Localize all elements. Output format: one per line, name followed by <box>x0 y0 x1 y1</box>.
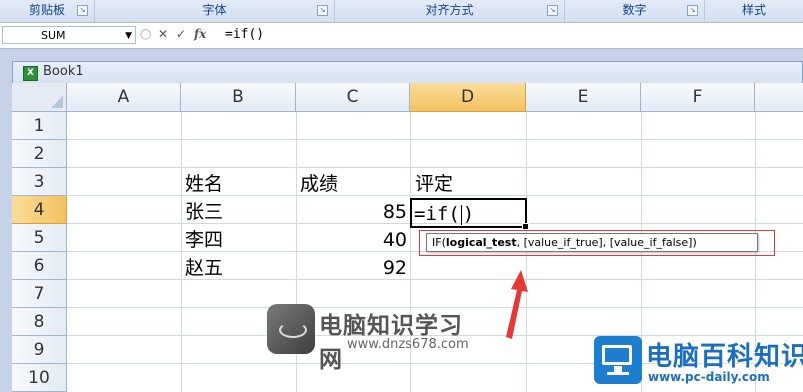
workbook-title-bar[interactable]: X Book1 <box>12 61 803 83</box>
dialog-launcher-icon[interactable]: ↘ <box>317 5 328 16</box>
ribbon-group-label: 字体 <box>202 3 227 17</box>
tooltip-rest-args: , [value_if_true], [value_if_false]) <box>516 236 697 249</box>
monitor-icon <box>594 336 642 384</box>
grid-line <box>67 279 803 280</box>
grid-line <box>181 112 182 392</box>
excel-icon: X <box>23 66 38 81</box>
ribbon-group-label: 样式 <box>741 3 766 17</box>
watermark-right-title: 电脑百科知识 <box>646 342 803 372</box>
ribbon-group-label: 对齐方式 <box>425 3 474 17</box>
column-header-g[interactable] <box>755 83 803 112</box>
cell-b5[interactable]: 李四 <box>185 226 223 254</box>
column-header-d[interactable]: D <box>410 83 526 112</box>
row-header-5[interactable]: 5 <box>12 224 67 252</box>
cell-b3[interactable]: 姓名 <box>185 170 223 198</box>
cell-d4-edit[interactable]: =if() <box>414 200 474 228</box>
ribbon-group-clipboard: 剪贴板 ↘ <box>0 0 95 22</box>
dialog-launcher-icon[interactable]: ↘ <box>77 5 88 16</box>
cell-b6[interactable]: 赵五 <box>185 254 223 282</box>
select-all-button[interactable] <box>12 83 67 112</box>
enter-icon[interactable]: ✓ <box>176 27 186 41</box>
tooltip-function: IF( <box>432 236 446 249</box>
row-header-10[interactable]: 10 <box>12 364 67 392</box>
tooltip-current-arg[interactable]: logical_test <box>446 236 517 249</box>
circle-icon: ◯ <box>140 29 152 40</box>
row-header-7[interactable]: 7 <box>12 280 67 308</box>
cell-c3[interactable]: 成绩 <box>300 170 338 198</box>
watermark-right: 电脑百科知识 www.pc-daily.com <box>594 336 803 392</box>
row-header-6[interactable]: 6 <box>12 252 67 280</box>
formula-input[interactable]: =if() <box>219 25 803 45</box>
grid-line <box>67 139 803 140</box>
ribbon-group-alignment: 对齐方式 ↘ <box>335 0 565 22</box>
dialog-launcher-icon[interactable]: ↘ <box>547 5 558 16</box>
grid-line <box>67 167 803 168</box>
column-header-b[interactable]: B <box>181 83 296 112</box>
row-header-4[interactable]: 4 <box>12 196 67 224</box>
row-header-1[interactable]: 1 <box>12 112 67 140</box>
workbook-title: Book1 <box>43 64 84 79</box>
name-box[interactable]: SUM ▼ <box>2 26 136 44</box>
ribbon-group-bar: 剪贴板 ↘ 字体 ↘ 对齐方式 ↘ 数字 ↘ 样式 <box>0 0 803 23</box>
ribbon-group-number: 数字 ↘ <box>565 0 705 22</box>
workspace-background <box>0 49 803 61</box>
cell-c5[interactable]: 40 <box>296 226 407 254</box>
insert-function-button[interactable]: fx <box>194 27 206 41</box>
chevron-down-icon[interactable]: ▼ <box>125 27 132 45</box>
edit-text-suffix: ) <box>462 203 475 225</box>
dialog-launcher-icon[interactable]: ↘ <box>687 5 698 16</box>
ribbon-group-font: 字体 ↘ <box>95 0 335 22</box>
ribbon-group-label: 剪贴板 <box>28 3 65 17</box>
watermark-left-url: www.dnzs678.com <box>347 337 469 352</box>
watermark-left: 电脑知识学习网 www.dnzs678.com <box>267 304 469 373</box>
cancel-icon[interactable]: ✕ <box>158 27 168 41</box>
column-header-f[interactable]: F <box>641 83 755 112</box>
row-header-2[interactable]: 2 <box>12 140 67 168</box>
edit-text-prefix: =if( <box>414 203 460 225</box>
cell-d3[interactable]: 评定 <box>415 170 453 198</box>
text-caret <box>460 204 462 225</box>
formula-bar: SUM ▼ ◯ ✕ ✓ fx =if() <box>0 23 803 49</box>
row-header-8[interactable]: 8 <box>12 308 67 336</box>
cell-c6[interactable]: 92 <box>296 254 407 282</box>
ribbon-group-label: 数字 <box>622 3 647 17</box>
name-box-value: SUM <box>41 29 66 42</box>
column-header-a[interactable]: A <box>67 83 181 112</box>
cell-c4[interactable]: 85 <box>296 198 407 226</box>
watermark-right-url: www.pc-daily.com <box>648 370 770 384</box>
logo-icon <box>267 304 315 354</box>
workspace-left-edge <box>0 61 12 392</box>
column-header-e[interactable]: E <box>526 83 641 112</box>
function-argument-tooltip: IF(logical_test, [value_if_true], [value… <box>426 233 758 252</box>
ribbon-group-styles: 样式 <box>705 0 803 22</box>
row-header-3[interactable]: 3 <box>12 168 67 196</box>
row-header-9[interactable]: 9 <box>12 336 67 364</box>
column-header-c[interactable]: C <box>296 83 410 112</box>
formula-buttons: ◯ ✕ ✓ fx <box>138 25 216 45</box>
cell-b4[interactable]: 张三 <box>185 198 223 226</box>
